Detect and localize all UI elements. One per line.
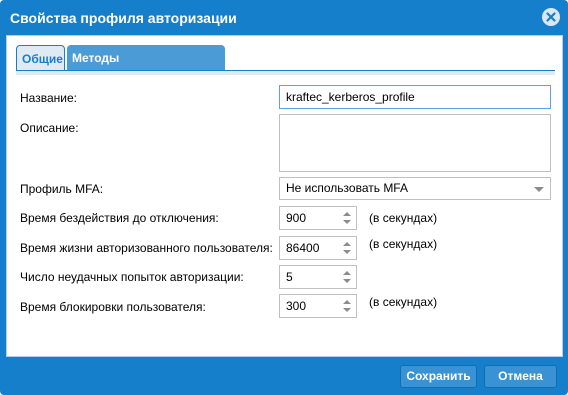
session-lifetime-value: 86400 (286, 241, 320, 255)
mfa-select[interactable]: Не использовать MFA (279, 177, 551, 200)
description-label: Описание: (20, 121, 79, 135)
close-icon[interactable] (542, 8, 560, 26)
session-lifetime-spinner[interactable]: 86400 (279, 236, 357, 260)
spinner-arrows-icon[interactable] (342, 269, 352, 285)
name-label: Название: (20, 91, 77, 105)
idle-timeout-unit: (в секундах) (369, 211, 438, 225)
save-button[interactable]: Сохранить (400, 365, 477, 388)
tab-bar: Общие Методы аутентификации (7, 36, 562, 91)
mfa-select-value: Не использовать MFA (286, 181, 408, 195)
idle-timeout-spinner[interactable]: 900 (279, 206, 357, 230)
failed-attempts-spinner[interactable]: 5 (279, 265, 357, 289)
dialog-footer: Сохранить Отмена (6, 357, 563, 391)
tab-strip (16, 70, 555, 75)
spinner-arrows-icon[interactable] (342, 210, 352, 226)
lockout-time-unit: (в секундах) (369, 295, 438, 309)
failed-attempts-label: Число неудачных попыток авторизации: (20, 270, 244, 284)
lockout-time-label: Время блокировки пользователя: (20, 300, 206, 314)
dialog-titlebar[interactable]: Свойства профиля авторизации (1, 1, 567, 34)
description-textarea[interactable] (279, 114, 551, 172)
spinner-arrows-icon[interactable] (342, 240, 352, 256)
dialog-body: Общие Методы аутентификации Название: kr… (6, 35, 563, 357)
tab-general[interactable]: Общие (16, 45, 65, 71)
dialog-window: Свойства профиля авторизации Общие Метод… (0, 0, 568, 395)
name-input[interactable]: kraftec_kerberos_profile (279, 85, 551, 109)
spinner-arrows-icon[interactable] (342, 298, 352, 314)
dialog-title: Свойства профиля авторизации (10, 10, 237, 26)
tab-auth-methods[interactable]: Методы аутентификации (67, 45, 225, 91)
chevron-down-icon[interactable] (534, 187, 544, 192)
session-lifetime-unit: (в секундах) (369, 237, 438, 251)
lockout-time-value: 300 (286, 299, 307, 313)
idle-timeout-label: Время бездействия до отключения: (20, 211, 219, 225)
lockout-time-spinner[interactable]: 300 (279, 294, 357, 318)
cancel-button[interactable]: Отмена (484, 365, 557, 388)
mfa-label: Профиль MFA: (20, 182, 104, 196)
idle-timeout-value: 900 (286, 211, 307, 225)
failed-attempts-value: 5 (286, 270, 293, 284)
session-lifetime-label: Время жизни авторизованного пользователя… (20, 241, 273, 255)
